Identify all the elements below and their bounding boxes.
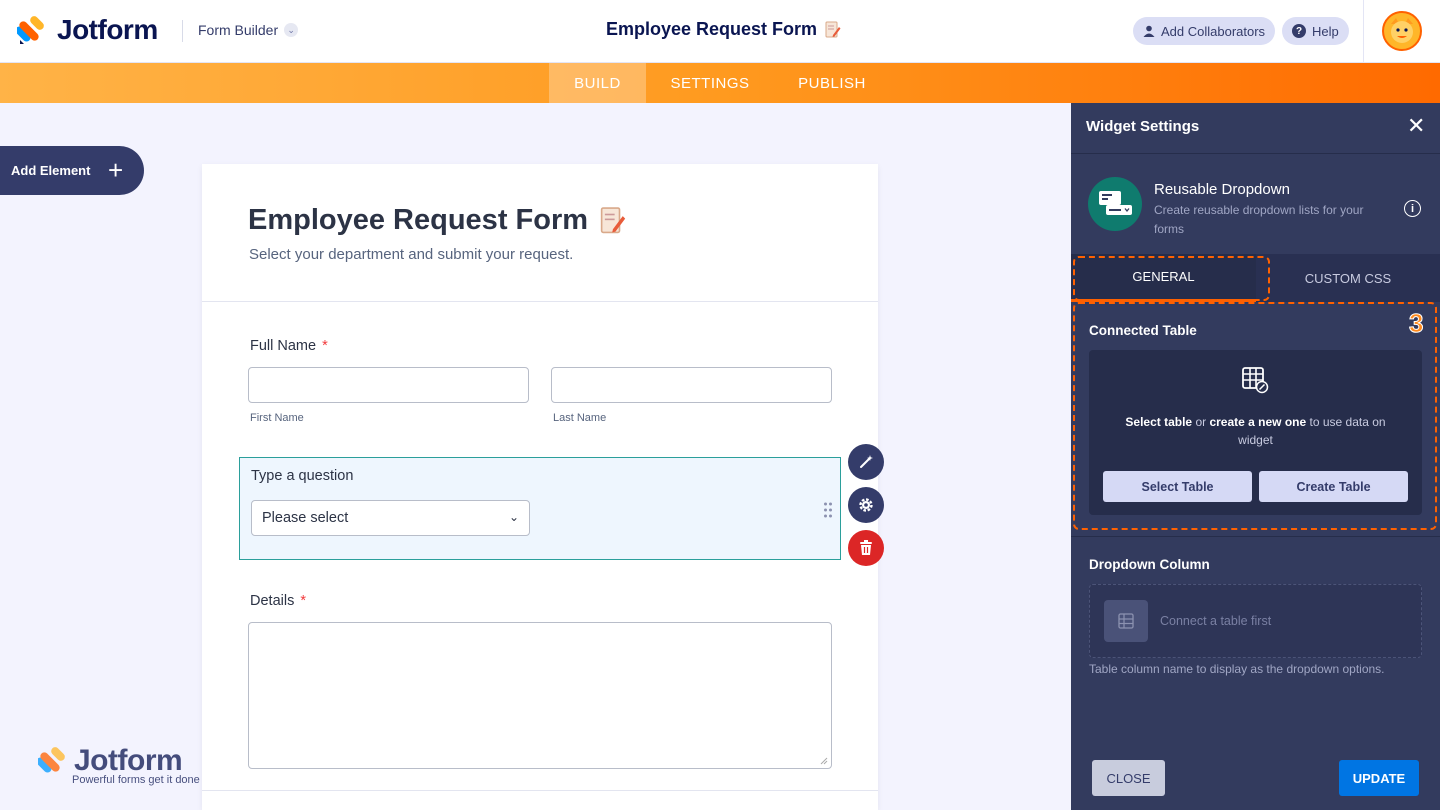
help-button[interactable]: ? Help	[1282, 17, 1349, 45]
last-name-sublabel: Last Name	[553, 412, 607, 424]
jotform-watermark: Jotform Powerful forms get it done	[38, 744, 200, 786]
close-icon[interactable]: ✕	[1407, 115, 1425, 137]
full-name-label-text: Full Name	[250, 338, 317, 354]
select-placeholder: Please select	[262, 510, 349, 526]
watermark-tagline: Powerful forms get it done	[72, 774, 200, 786]
step-number-badge: 3	[1408, 308, 1424, 339]
jotform-watermark-icon	[38, 747, 65, 773]
add-element-button[interactable]: Add Element +	[0, 146, 144, 195]
edit-form-icon	[825, 21, 841, 37]
connected-table-box: Select table or create a new one to use …	[1089, 350, 1422, 515]
watermark-text: Jotform	[74, 744, 183, 777]
connect-msg-or: or	[1192, 415, 1210, 429]
dropdown-column-help: Table column name to display as the drop…	[1089, 662, 1385, 676]
select-table-label: Select Table	[1141, 479, 1214, 494]
required-asterisk: *	[300, 593, 306, 609]
magic-wand-button[interactable]	[848, 444, 884, 480]
widget-settings-panel: Widget Settings ✕ Reusable Dropdown Crea…	[1071, 103, 1440, 810]
info-icon[interactable]: i	[1404, 200, 1421, 217]
help-label: Help	[1312, 23, 1339, 39]
update-button-label: UPDATE	[1352, 770, 1406, 786]
divider	[202, 301, 878, 302]
gear-icon	[859, 498, 873, 512]
divider	[202, 790, 878, 791]
add-element-label: Add Element	[11, 163, 91, 178]
delete-button[interactable]	[848, 530, 884, 566]
form-title-header[interactable]: Employee Request Form	[606, 19, 841, 40]
create-table-label: Create Table	[1296, 479, 1371, 494]
tab-custom-css-label: CUSTOM CSS	[1304, 270, 1392, 286]
table-icon	[1104, 600, 1148, 642]
select-table-link[interactable]: Select table	[1125, 415, 1192, 429]
logo-text: Jotform	[57, 14, 158, 45]
panel-title: Widget Settings	[1086, 118, 1200, 135]
question-label[interactable]: Type a question	[251, 468, 353, 484]
connect-table-first-text: Connect a table first	[1160, 614, 1272, 628]
create-table-link[interactable]: create a new one	[1209, 415, 1306, 429]
create-table-button[interactable]: Create Table	[1259, 471, 1408, 502]
reusable-dropdown-icon	[1088, 177, 1142, 231]
jotform-logo-icon	[17, 16, 44, 44]
form-title-text: Employee Request Form	[606, 19, 818, 39]
magic-wand-icon	[860, 455, 873, 468]
form-heading-text: Employee Request Form	[248, 204, 589, 236]
resize-grip-icon[interactable]	[820, 757, 828, 765]
first-name-input[interactable]	[248, 367, 529, 403]
trash-icon	[860, 540, 872, 555]
selected-dropdown-question[interactable]: Type a question Please select ⌄	[239, 457, 841, 560]
form-subheading[interactable]: Select your department and submit your r…	[249, 246, 573, 263]
panel-header: Widget Settings ✕	[1071, 103, 1440, 154]
form-card: Employee Request Form Select your depart…	[202, 164, 878, 810]
builder-nav: BUILD SETTINGS PUBLISH	[0, 63, 1440, 103]
tab-publish[interactable]: PUBLISH	[775, 63, 889, 103]
divider	[182, 20, 183, 42]
add-collaborators-button[interactable]: Add Collaborators	[1133, 17, 1276, 45]
highlight-outline	[1073, 256, 1270, 301]
drag-handle-icon[interactable]	[823, 502, 833, 518]
form-heading[interactable]: Employee Request Form	[248, 204, 626, 237]
update-button[interactable]: UPDATE	[1339, 760, 1419, 796]
tab-build-label: BUILD	[574, 74, 621, 92]
tab-custom-css[interactable]: CUSTOM CSS	[1256, 254, 1440, 302]
tab-settings[interactable]: SETTINGS	[648, 63, 772, 103]
dropdown-column-title: Dropdown Column	[1089, 557, 1210, 572]
divider	[1363, 0, 1364, 63]
chevron-down-icon: ⌄	[508, 510, 519, 524]
tab-settings-label: SETTINGS	[670, 74, 750, 92]
details-textarea[interactable]	[248, 622, 832, 769]
close-button[interactable]: CLOSE	[1092, 760, 1165, 796]
form-builder-label: Form Builder	[198, 22, 279, 38]
details-label-text: Details	[250, 593, 295, 609]
close-button-label: CLOSE	[1106, 770, 1151, 786]
details-label[interactable]: Details *	[250, 593, 306, 609]
widget-name: Reusable Dropdown	[1154, 181, 1290, 198]
divider	[1071, 536, 1440, 537]
dropdown-column-box: Connect a table first	[1089, 584, 1422, 658]
user-icon	[1143, 25, 1155, 37]
question-icon: ?	[1292, 24, 1306, 38]
select-table-button[interactable]: Select Table	[1103, 471, 1252, 502]
last-name-input[interactable]	[551, 367, 832, 403]
first-name-sublabel: First Name	[250, 412, 304, 424]
tab-publish-label: PUBLISH	[798, 74, 866, 92]
connected-table-title: Connected Table	[1089, 323, 1197, 338]
full-name-label[interactable]: Full Name *	[250, 338, 328, 354]
chevron-down-icon: ⌄	[284, 23, 299, 37]
avatar[interactable]	[1382, 11, 1422, 51]
connect-table-message: Select table or create a new one to use …	[1109, 413, 1402, 449]
properties-button[interactable]	[848, 487, 884, 523]
dropdown-select[interactable]: Please select ⌄	[251, 500, 530, 536]
widget-description: Create reusable dropdown lists for your …	[1154, 203, 1364, 236]
jotform-logo[interactable]: Jotform	[17, 14, 158, 46]
table-link-icon	[1242, 367, 1269, 394]
add-collaborators-label: Add Collaborators	[1161, 23, 1266, 39]
required-asterisk: *	[322, 338, 328, 354]
form-emoji-icon	[600, 206, 626, 233]
tab-build[interactable]: BUILD	[549, 63, 646, 103]
top-bar: Jotform Form Builder ⌄ Employee Request …	[0, 0, 1440, 63]
avatar-face-icon	[1391, 18, 1413, 43]
plus-icon: +	[108, 155, 124, 185]
form-builder-dropdown[interactable]: Form Builder ⌄	[198, 22, 299, 38]
